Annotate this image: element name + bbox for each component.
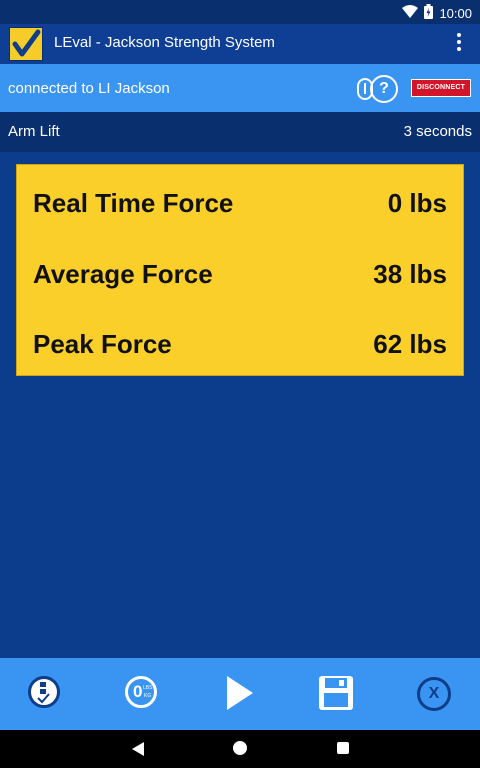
wifi-icon bbox=[402, 4, 419, 22]
force-label: Real Time Force bbox=[33, 188, 234, 218]
force-value: 38 lbs bbox=[373, 259, 447, 289]
home-icon[interactable] bbox=[233, 741, 247, 755]
zero-label: 0 bbox=[133, 682, 143, 701]
play-icon bbox=[227, 676, 253, 710]
disconnect-button[interactable]: DISCONNECT bbox=[411, 79, 471, 97]
peak-force-row: Peak Force 62 lbs bbox=[33, 323, 447, 363]
app-bar: LEval - Jackson Strength System bbox=[0, 24, 480, 64]
force-value: 62 lbs bbox=[373, 329, 447, 359]
close-button[interactable]: X bbox=[414, 674, 454, 714]
force-label: Peak Force bbox=[33, 329, 172, 359]
save-icon bbox=[319, 676, 353, 710]
recents-icon[interactable] bbox=[337, 742, 349, 754]
select-test-icon bbox=[28, 676, 60, 708]
save-button[interactable] bbox=[317, 674, 357, 714]
status-icons: 10:00 bbox=[402, 4, 472, 22]
real-time-force-row: Real Time Force 0 lbs bbox=[33, 182, 447, 222]
bottom-toolbar: 0 LBS KG X bbox=[0, 658, 480, 730]
force-label: Average Force bbox=[33, 259, 213, 289]
zero-scale-icon: 0 LBS KG bbox=[125, 676, 157, 708]
close-icon: X bbox=[417, 677, 451, 711]
overflow-menu-icon[interactable] bbox=[452, 30, 466, 58]
help-icon[interactable]: ? bbox=[370, 75, 398, 103]
back-icon[interactable] bbox=[132, 742, 144, 756]
system-nav-bar bbox=[0, 730, 480, 768]
play-button[interactable] bbox=[220, 674, 260, 714]
app-logo-check-icon bbox=[9, 27, 43, 61]
zero-unit-lbs: LBS bbox=[143, 685, 153, 691]
test-duration: 3 seconds bbox=[403, 123, 472, 140]
app-title: LEval - Jackson Strength System bbox=[54, 34, 275, 51]
connection-status: connected to LI Jackson bbox=[8, 80, 170, 97]
zero-unit-kg: KG bbox=[144, 693, 152, 699]
test-name: Arm Lift bbox=[8, 123, 60, 140]
select-test-button[interactable] bbox=[26, 674, 66, 714]
battery-status-icon bbox=[424, 4, 434, 22]
average-force-row: Average Force 38 lbs bbox=[33, 253, 447, 293]
status-bar: 10:00 bbox=[0, 0, 480, 24]
connection-bar: connected to LI Jackson ? DISCONNECT bbox=[0, 64, 480, 112]
test-bar: Arm Lift 3 seconds bbox=[0, 112, 480, 152]
zero-scale-button[interactable]: 0 LBS KG bbox=[123, 674, 163, 714]
status-time: 10:00 bbox=[439, 5, 472, 21]
force-panel: Real Time Force 0 lbs Average Force 38 l… bbox=[16, 164, 464, 376]
force-value: 0 lbs bbox=[387, 188, 447, 218]
main-content: Real Time Force 0 lbs Average Force 38 l… bbox=[0, 152, 480, 658]
